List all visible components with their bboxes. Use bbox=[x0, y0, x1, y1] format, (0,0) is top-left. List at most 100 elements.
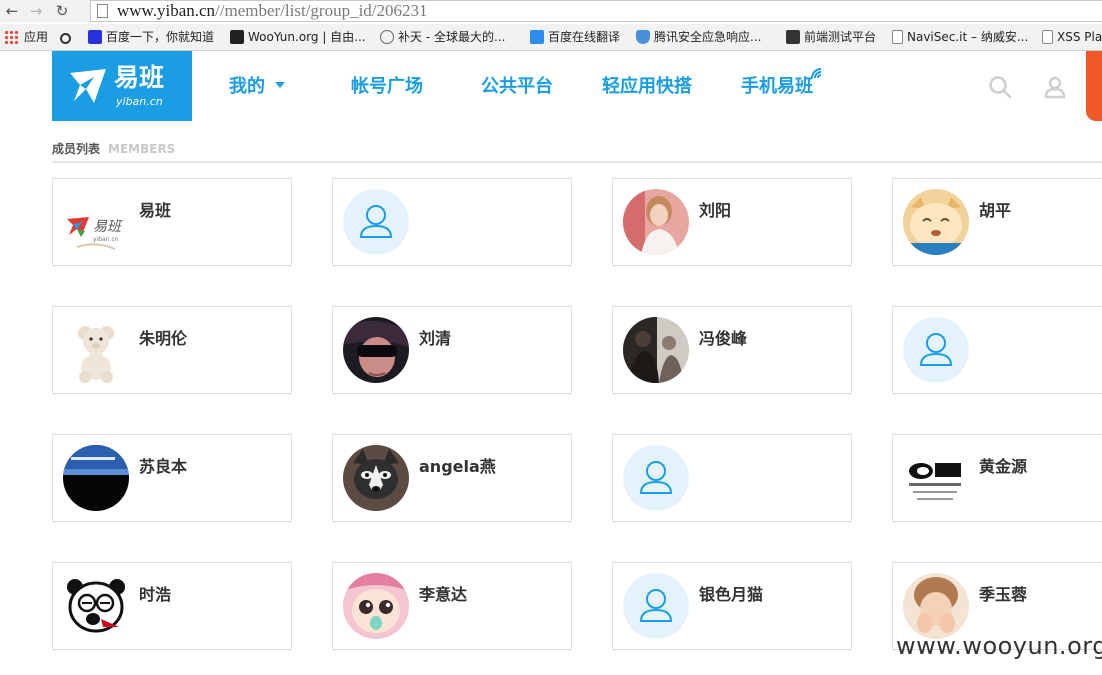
member-card[interactable]: 时浩 bbox=[52, 562, 292, 650]
nav-public-platform[interactable]: 公共平台 bbox=[481, 75, 553, 99]
nav-mobile-yiban[interactable]: 手机易班 bbox=[741, 75, 813, 99]
nav-my[interactable]: 我的 bbox=[229, 75, 285, 99]
address-bar: ← → ↻ www.yiban.cn//member/list/group_id… bbox=[0, 0, 1102, 22]
member-card[interactable]: 李意达 bbox=[332, 562, 572, 650]
nav-label: 轻应用快搭 bbox=[602, 76, 692, 97]
bug-icon bbox=[786, 30, 800, 44]
forward-arrow-icon[interactable]: → bbox=[26, 1, 46, 21]
member-card[interactable]: 刘阳 bbox=[612, 178, 852, 266]
member-card[interactable] bbox=[332, 178, 572, 266]
member-avatar-banner-black bbox=[63, 445, 129, 511]
search-icon[interactable] bbox=[988, 75, 1012, 99]
site-header: 易班 yiban.cn 我的 帐号广场 公共平台 轻应用快搭 手机易班 bbox=[0, 51, 1102, 121]
member-card[interactable]: 冯俊峰 bbox=[612, 306, 852, 394]
nav-light-app[interactable]: 轻应用快搭 bbox=[602, 75, 692, 99]
member-avatar-photo-girl-hands bbox=[903, 573, 969, 639]
bookmark-baidu[interactable]: 百度一下，你就知道 bbox=[88, 27, 214, 47]
yiban-logo-icon bbox=[70, 69, 106, 103]
svg-text:yiban.cn: yiban.cn bbox=[93, 236, 119, 243]
member-name: 黄金源 bbox=[979, 457, 1028, 476]
bookmark-label: XSS Pla bbox=[1057, 30, 1102, 44]
nav-label: 手机易班 bbox=[741, 76, 813, 97]
member-card[interactable]: 黄金源 bbox=[892, 434, 1102, 522]
reload-icon[interactable]: ↻ bbox=[52, 1, 72, 21]
default-avatar-icon bbox=[623, 445, 689, 511]
member-name: 李意达 bbox=[419, 585, 468, 604]
section-subtitle: MEMBERS bbox=[108, 142, 176, 156]
member-name: 易班 bbox=[139, 201, 172, 220]
user-icon[interactable] bbox=[1043, 75, 1067, 99]
yiban-logo[interactable]: 易班 yiban.cn bbox=[52, 51, 192, 121]
member-avatar-lyingsong-logo bbox=[903, 445, 969, 511]
member-name: 银色月猫 bbox=[699, 585, 764, 604]
member-avatar-photo-couple bbox=[623, 317, 689, 383]
nav-label: 公共平台 bbox=[481, 76, 553, 97]
member-name: angela燕 bbox=[419, 457, 496, 476]
caret-down-icon bbox=[275, 82, 285, 88]
member-avatar-panda-cartoon bbox=[63, 573, 129, 639]
member-avatar-photo-dark bbox=[343, 317, 409, 383]
member-card[interactable] bbox=[612, 434, 852, 522]
apps-grid-icon bbox=[4, 30, 18, 44]
member-name: 苏良本 bbox=[139, 457, 188, 476]
member-name: 季玉蓉 bbox=[979, 585, 1028, 604]
bookmark-label: 百度在线翻译 bbox=[548, 30, 621, 44]
baidu-paw-icon bbox=[88, 30, 102, 44]
bookmark-tencent[interactable]: 腾讯安全应急响应... bbox=[636, 27, 761, 47]
bookmark-butian[interactable]: 补天 - 全球最大的... bbox=[380, 27, 505, 47]
member-name: 胡平 bbox=[979, 201, 1012, 220]
browser-window: ← → ↻ www.yiban.cn//member/list/group_id… bbox=[0, 0, 1102, 675]
bookmark-search[interactable] bbox=[60, 27, 75, 47]
member-avatar-cartoon-face bbox=[343, 573, 409, 639]
member-card[interactable]: 朱明伦 bbox=[52, 306, 292, 394]
back-arrow-icon[interactable]: ← bbox=[2, 1, 22, 21]
member-name: 刘清 bbox=[419, 329, 452, 348]
member-card[interactable]: angela燕 bbox=[332, 434, 572, 522]
nav-label: 我的 bbox=[229, 76, 265, 97]
bookmark-label: 腾讯安全应急响应... bbox=[654, 30, 762, 44]
search-icon bbox=[60, 33, 71, 44]
translate-icon bbox=[530, 30, 544, 44]
bookmarks-bar: 应用 百度一下，你就知道 WooYun.org | 自由... 补天 - 全球最… bbox=[0, 24, 1102, 51]
page-icon bbox=[892, 30, 903, 44]
url-input[interactable]: www.yiban.cn//member/list/group_id/20623… bbox=[90, 0, 1102, 22]
page-icon bbox=[97, 4, 108, 18]
shield-icon bbox=[636, 30, 650, 44]
member-card[interactable] bbox=[892, 306, 1102, 394]
bookmark-xss[interactable]: XSS Pla bbox=[1042, 27, 1102, 47]
default-avatar-icon bbox=[623, 573, 689, 639]
member-avatar-cartoon-cat bbox=[903, 189, 969, 255]
section-title: 成员列表 MEMBERS bbox=[52, 140, 175, 157]
member-card[interactable]: 刘清 bbox=[332, 306, 572, 394]
svg-text:易班: 易班 bbox=[93, 219, 123, 235]
member-avatar-yiban-logo: 易班 yiban.cn bbox=[63, 189, 129, 255]
member-card[interactable]: 胡平 bbox=[892, 178, 1102, 266]
section-title-text: 成员列表 bbox=[52, 142, 101, 156]
url-text: www.yiban.cn//member/list/group_id/20623… bbox=[117, 1, 428, 21]
member-avatar-husky bbox=[343, 445, 409, 511]
bookmark-label: NaviSec.it – 纳威安... bbox=[907, 30, 1029, 44]
bookmark-label: 应用 bbox=[24, 30, 49, 44]
member-card[interactable]: 银色月猫 bbox=[612, 562, 852, 650]
member-card[interactable]: 苏良本 bbox=[52, 434, 292, 522]
member-name: 冯俊峰 bbox=[699, 329, 748, 348]
section-divider bbox=[52, 161, 1102, 163]
bookmark-navisec[interactable]: NaviSec.it – 纳威安... bbox=[892, 27, 1028, 47]
url-path: //member/list/group_id/206231 bbox=[215, 1, 428, 20]
member-name: 朱明伦 bbox=[139, 329, 188, 348]
wooyun-icon bbox=[230, 30, 244, 44]
bookmark-frontend-test[interactable]: 前端测试平台 bbox=[786, 27, 876, 47]
bookmark-wooyun[interactable]: WooYun.org | 自由... bbox=[230, 27, 366, 47]
bookmark-translate[interactable]: 百度在线翻译 bbox=[530, 27, 620, 47]
bookmark-apps[interactable]: 应用 bbox=[4, 27, 48, 47]
member-avatar-teddy-bear bbox=[63, 317, 129, 383]
bookmark-label: 补天 - 全球最大的... bbox=[398, 30, 506, 44]
member-name: 刘阳 bbox=[699, 201, 732, 220]
nav-account-square[interactable]: 帐号广场 bbox=[351, 75, 423, 99]
bookmark-label: 百度一下，你就知道 bbox=[106, 30, 215, 44]
page-icon bbox=[1042, 30, 1053, 44]
default-avatar-icon bbox=[343, 189, 409, 255]
member-name: 时浩 bbox=[139, 585, 172, 604]
member-card[interactable]: 易班 yiban.cn 易班 bbox=[52, 178, 292, 266]
promo-tab[interactable] bbox=[1086, 51, 1102, 121]
